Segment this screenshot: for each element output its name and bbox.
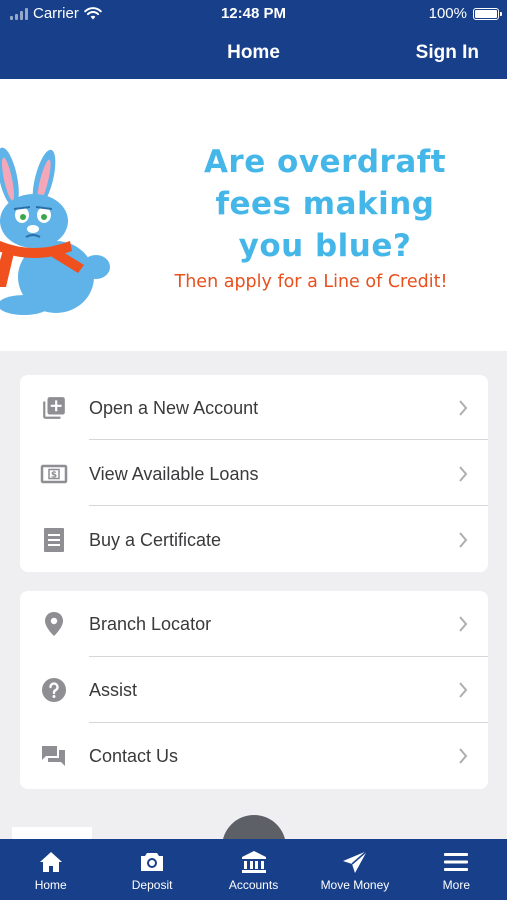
chevron-right-icon [459, 682, 468, 698]
sign-in-button[interactable]: Sign In [416, 42, 479, 64]
menu-icon [443, 850, 469, 874]
battery-percent: 100% [428, 5, 467, 22]
menu-item-label: View Available Loans [89, 463, 259, 484]
menu-item-label: Assist [89, 679, 138, 700]
tab-label: Home [34, 878, 67, 892]
tab-accounts[interactable]: Accounts [203, 839, 304, 900]
divider [89, 505, 488, 506]
tab-home[interactable]: Home [0, 839, 101, 900]
menu-item-branch-locator[interactable]: Branch Locator [20, 591, 488, 657]
account-actions-card: Open a New Account $ View Available Loan… [20, 375, 488, 572]
svg-text:$: $ [51, 471, 57, 481]
chevron-right-icon [459, 400, 468, 416]
location-pin-icon [40, 611, 68, 637]
tab-label: Deposit [131, 878, 173, 892]
banner-subline: Then apply for a Line of Credit! [174, 272, 448, 292]
menu-item-open-account[interactable]: Open a New Account [20, 375, 488, 441]
menu-item-contact-us[interactable]: Contact Us [20, 723, 488, 789]
certificate-icon [40, 527, 68, 553]
divider [89, 439, 488, 440]
money-icon: $ [40, 461, 68, 487]
battery-icon [473, 7, 502, 20]
promo-banner[interactable]: Are overdraft fees making you blue? Then… [0, 79, 507, 351]
tab-deposit[interactable]: Deposit [101, 839, 202, 900]
chat-icon [40, 743, 68, 769]
tab-label: More [442, 878, 470, 892]
home-icon [38, 850, 64, 874]
tab-label: Accounts [228, 878, 279, 892]
tab-move-money[interactable]: Move Money [304, 839, 405, 900]
menu-item-label: Contact Us [89, 745, 179, 766]
send-icon [342, 850, 368, 874]
tab-bar: Home Deposit Accounts Move Money More [0, 839, 507, 900]
menu-item-view-loans[interactable]: $ View Available Loans [20, 441, 488, 507]
battery-info: 100% [428, 5, 502, 22]
menu-item-buy-certificate[interactable]: Buy a Certificate [20, 507, 488, 573]
add-box-icon [40, 395, 68, 421]
bunny-mascot-illustration [0, 147, 110, 315]
tab-more[interactable]: More [406, 839, 507, 900]
help-icon [40, 677, 68, 703]
bank-icon [241, 850, 267, 874]
chevron-right-icon [459, 532, 468, 548]
menu-item-label: Branch Locator [89, 613, 212, 634]
menu-item-label: Open a New Account [89, 397, 259, 418]
support-actions-card: Branch Locator Assist Contact Us [20, 591, 488, 789]
tab-label: Move Money [320, 878, 390, 892]
menu-item-assist[interactable]: Assist [20, 657, 488, 723]
chevron-right-icon [459, 616, 468, 632]
chevron-right-icon [459, 466, 468, 482]
chevron-right-icon [459, 748, 468, 764]
banner-headline: Are overdraft fees making you blue? [203, 144, 447, 264]
menu-item-label: Buy a Certificate [89, 529, 222, 550]
top-bar: Carrier 12:48 PM 100% Home Sign In [0, 0, 507, 79]
camera-icon [139, 850, 165, 874]
status-bar: Carrier 12:48 PM 100% [0, 0, 507, 28]
